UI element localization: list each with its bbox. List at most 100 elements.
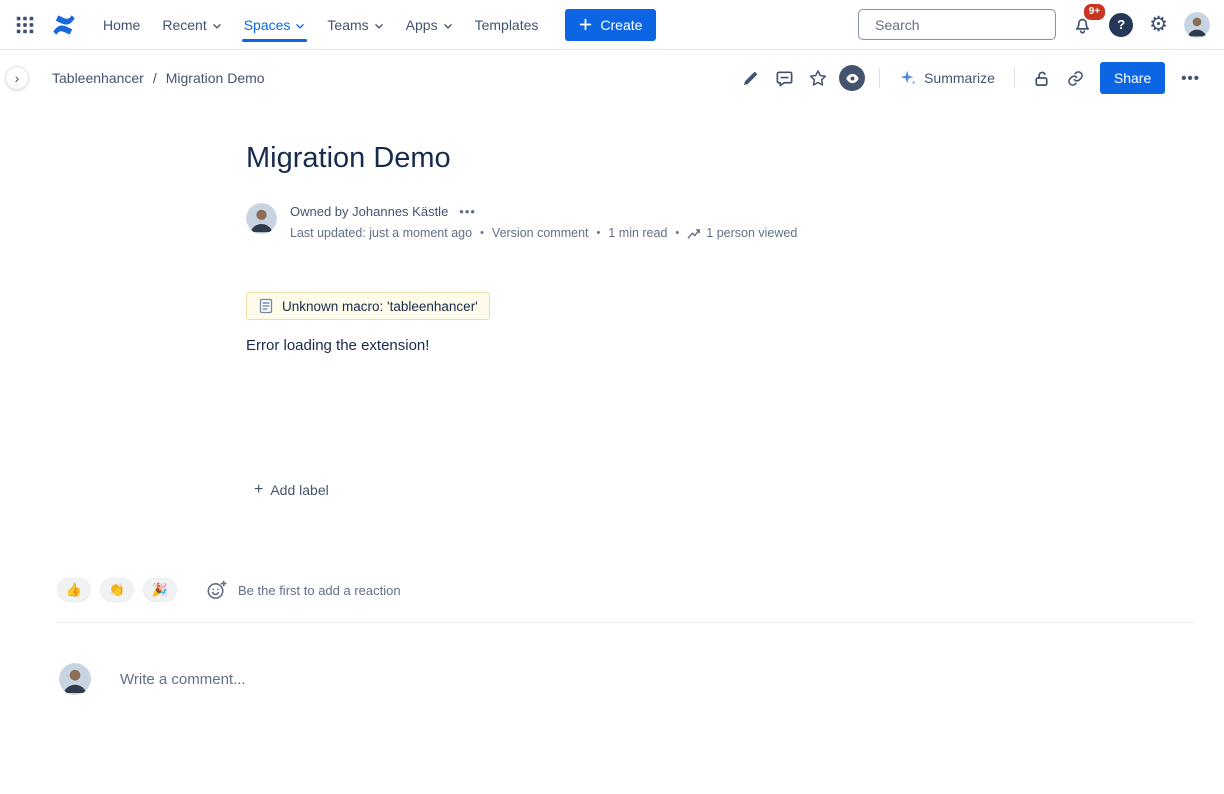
- viewed-text: 1 person viewed: [706, 226, 797, 240]
- top-navigation: Home Recent Spaces Teams Apps Templates …: [0, 0, 1224, 50]
- breadcrumb-space-link[interactable]: Tableenhancer: [48, 68, 148, 88]
- summarize-label: Summarize: [924, 70, 995, 86]
- nav-item-templates[interactable]: Templates: [464, 0, 550, 50]
- byline-owner-row: Owned by Johannes Kästle •••: [290, 204, 797, 219]
- version-comment-text[interactable]: Version comment: [492, 226, 589, 240]
- notifications: 9+: [1066, 8, 1099, 41]
- notifications-button[interactable]: 9+: [1066, 8, 1099, 41]
- nav-templates-label: Templates: [475, 17, 539, 33]
- owner-avatar[interactable]: [246, 203, 277, 234]
- breadcrumb-page-link[interactable]: Migration Demo: [162, 68, 269, 88]
- nav-item-apps[interactable]: Apps: [395, 0, 464, 50]
- restrictions-button[interactable]: [1026, 62, 1058, 94]
- profile-avatar[interactable]: [1184, 12, 1210, 38]
- toolbar-divider: [1014, 68, 1015, 88]
- reaction-thumbs-up[interactable]: 👍: [57, 578, 91, 602]
- comment-editor-row[interactable]: Write a comment...: [59, 663, 1224, 695]
- toolbar-divider: [879, 68, 880, 88]
- copy-link-button[interactable]: [1060, 62, 1092, 94]
- nav-apps-label: Apps: [406, 17, 438, 33]
- create-button[interactable]: Create: [565, 9, 656, 41]
- watch-button[interactable]: [839, 65, 865, 91]
- app-switcher-button[interactable]: [8, 8, 42, 42]
- eye-icon: [845, 71, 860, 86]
- app-grid-icon: [14, 14, 36, 36]
- ai-sparkle-icon: [899, 69, 917, 87]
- owned-by-text: Owned by: [290, 204, 349, 219]
- dot-separator: •: [675, 227, 679, 239]
- comment-input[interactable]: Write a comment...: [120, 671, 246, 688]
- commenter-avatar: [59, 663, 91, 695]
- clap-emoji: 👏: [109, 582, 125, 598]
- chevron-down-icon: [443, 21, 453, 31]
- reaction-prompt-text: Be the first to add a reaction: [238, 583, 401, 598]
- byline-more-button[interactable]: •••: [457, 204, 478, 219]
- add-reaction-button[interactable]: [202, 576, 230, 604]
- add-reaction-smiley-icon: [205, 579, 228, 602]
- macro-icon: [258, 298, 274, 314]
- lock-icon: [1032, 69, 1051, 88]
- byline-meta-row: Last updated: just a moment ago • Versio…: [290, 226, 797, 240]
- search-input[interactable]: [875, 17, 1056, 33]
- party-emoji: 🎉: [152, 582, 168, 598]
- breadcrumb-separator: /: [153, 70, 157, 86]
- share-label: Share: [1114, 70, 1151, 86]
- avatar-icon: [1184, 12, 1210, 38]
- edit-button[interactable]: [734, 62, 766, 94]
- dot-separator: •: [597, 227, 601, 239]
- help-icon: ?: [1117, 17, 1125, 32]
- nav-item-recent[interactable]: Recent: [151, 0, 232, 50]
- star-icon: [808, 68, 828, 88]
- more-actions-button[interactable]: •••: [1175, 66, 1206, 91]
- topnav-right: 9+ ? ⚙: [858, 8, 1210, 41]
- favourite-button[interactable]: [802, 62, 834, 94]
- chevron-down-icon: [374, 21, 384, 31]
- comment-bubble-icon: [775, 69, 794, 88]
- pencil-icon: [741, 69, 760, 88]
- analytics-viewed[interactable]: 1 person viewed: [687, 226, 797, 240]
- avatar-icon: [246, 203, 277, 234]
- primary-nav: Home Recent Spaces Teams Apps Templates: [92, 0, 549, 50]
- byline-text: Owned by Johannes Kästle ••• Last update…: [290, 203, 797, 240]
- add-label-button[interactable]: + Add label: [246, 476, 337, 504]
- page-actions: Summarize Share •••: [734, 62, 1206, 94]
- page-header-bar: › Tableenhancer / Migration Demo: [0, 50, 1224, 106]
- byline: Owned by Johannes Kästle ••• Last update…: [246, 203, 1184, 240]
- chevron-down-icon: [295, 21, 305, 31]
- read-time-text: 1 min read: [608, 226, 667, 240]
- content-divider: [57, 622, 1194, 623]
- owned-by-label: Owned by Johannes Kästle: [290, 204, 448, 219]
- global-search[interactable]: [858, 9, 1056, 40]
- summarize-button[interactable]: Summarize: [891, 64, 1003, 92]
- unknown-macro-label: Unknown macro: 'tableenhancer': [282, 299, 478, 314]
- notifications-badge: 9+: [1082, 2, 1107, 22]
- nav-item-spaces[interactable]: Spaces: [233, 0, 317, 50]
- confluence-logo-icon: [50, 12, 78, 38]
- create-button-label: Create: [600, 17, 642, 33]
- nav-spaces-label: Spaces: [244, 17, 291, 33]
- plus-icon: [579, 18, 592, 31]
- page-content: Migration Demo Owned by Johannes Kästle …: [0, 106, 1224, 504]
- owner-name[interactable]: Johannes Kästle: [352, 204, 448, 219]
- avatar-icon: [59, 663, 91, 695]
- share-button[interactable]: Share: [1100, 62, 1165, 94]
- reaction-clap[interactable]: 👏: [100, 578, 134, 602]
- confluence-logo[interactable]: [44, 7, 84, 43]
- nav-item-home[interactable]: Home: [92, 0, 151, 50]
- help-button[interactable]: ?: [1109, 13, 1133, 37]
- link-icon: [1066, 69, 1085, 88]
- comments-button[interactable]: [768, 62, 800, 94]
- last-updated-text[interactable]: Last updated: just a moment ago: [290, 226, 472, 240]
- settings-button[interactable]: ⚙: [1143, 8, 1174, 41]
- expand-sidebar-button[interactable]: ›: [5, 66, 29, 90]
- nav-item-teams[interactable]: Teams: [316, 0, 394, 50]
- plus-icon: +: [254, 482, 263, 498]
- nav-teams-label: Teams: [327, 17, 368, 33]
- more-icon: •••: [1181, 70, 1200, 87]
- chevron-down-icon: [212, 21, 222, 31]
- breadcrumb: Tableenhancer / Migration Demo: [48, 68, 269, 88]
- unknown-macro-chip[interactable]: Unknown macro: 'tableenhancer': [246, 292, 490, 320]
- ellipsis-icon: •••: [459, 204, 476, 219]
- reaction-party[interactable]: 🎉: [143, 578, 177, 602]
- reactions-bar: 👍 👏 🎉 Be the first to add a reaction: [57, 576, 1224, 604]
